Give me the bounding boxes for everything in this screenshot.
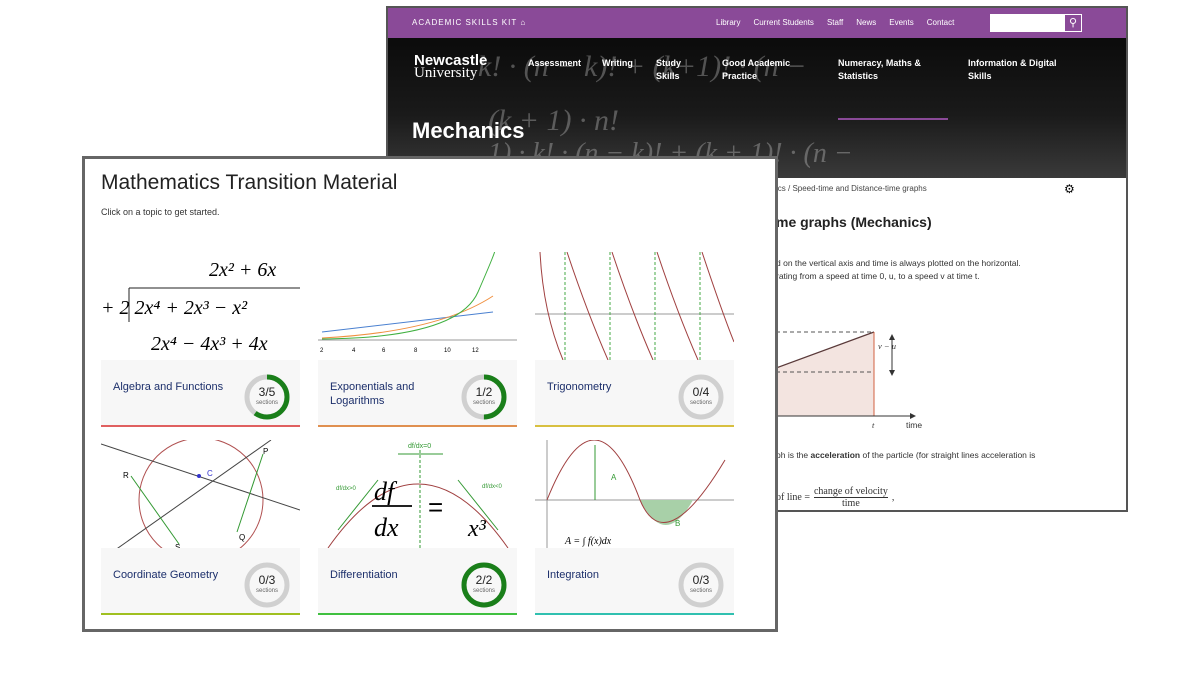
topic-card[interactable]: df/dx=0 df/dx>0 df/dx<0 df dx = x³ Differentia… xyxy=(318,440,517,615)
link-library[interactable]: Library xyxy=(716,18,740,27)
progress-label: sections xyxy=(255,400,278,406)
svg-text:R: R xyxy=(123,471,129,480)
svg-text:df/dx<0: df/dx<0 xyxy=(482,484,503,490)
topic-card[interactable]: Trigonometry 0/4 sections xyxy=(535,252,734,427)
topic-title: Integration xyxy=(547,569,599,581)
progress-count: 2/2 xyxy=(475,573,493,587)
paragraph: d on the vertical axis and time is alway… xyxy=(776,258,1021,268)
link-contact[interactable]: Contact xyxy=(927,18,955,27)
topic-card[interactable]: 2 4 6 8 10 12 Exponentials and Logarithms 1/2… xyxy=(318,252,517,427)
label-time: time xyxy=(906,420,923,430)
progress-label: sections xyxy=(472,588,495,594)
logo-line2: University xyxy=(414,65,478,81)
svg-text:4: 4 xyxy=(352,348,356,354)
active-nav-indicator xyxy=(838,118,948,120)
topic-title: Exponentials and Logarithms xyxy=(330,381,415,407)
svg-text:S: S xyxy=(175,543,180,548)
progress-label: sections xyxy=(689,400,712,406)
topic-card[interactable]: 2x² + 6x + 2 2x⁴ + 2x³ − x² 2x⁴ − 4x³ + 4x… xyxy=(101,252,300,427)
svg-text:B: B xyxy=(675,519,680,528)
svg-text:A = ∫ f(x)dx: A = ∫ f(x)dx xyxy=(564,536,612,547)
nav-information-digital[interactable]: Information & Digital Skills xyxy=(968,57,1078,83)
section-heading: me graphs (Mechanics) xyxy=(776,214,932,230)
progress-label: sections xyxy=(472,400,495,406)
topic-card[interactable]: A B A = ∫ f(x)dx Integration 0/3 sections xyxy=(535,440,734,615)
label-v-minus-u: v − u xyxy=(878,341,897,351)
label-t: t xyxy=(872,420,875,430)
search-input[interactable] xyxy=(990,14,1064,32)
kit-label: ACADEMIC SKILLS KIT xyxy=(412,18,518,27)
progress-label: sections xyxy=(255,588,278,594)
topic-thumbnail: A B A = ∫ f(x)dx xyxy=(535,440,734,548)
progress-label: sections xyxy=(689,588,712,594)
nav-assessment[interactable]: Assessment xyxy=(528,57,581,70)
link-current-students[interactable]: Current Students xyxy=(753,18,813,27)
svg-text:12: 12 xyxy=(472,348,479,354)
nav-study-skills[interactable]: Study Skills xyxy=(656,57,692,83)
svg-text:df: df xyxy=(374,477,398,506)
breadcrumb[interactable]: ics / Speed-time and Distance-time graph… xyxy=(776,184,927,193)
topic-thumbnail xyxy=(535,252,734,360)
svg-text:df/dx>0: df/dx>0 xyxy=(336,486,357,492)
progress-count: 3/5 xyxy=(258,385,276,399)
svg-text:Q: Q xyxy=(239,533,245,542)
topic-thumbnail: df/dx=0 df/dx>0 df/dx<0 df dx = x³ xyxy=(318,440,517,548)
svg-text:dx: dx xyxy=(374,513,399,542)
svg-text:2x² + 6x: 2x² + 6x xyxy=(209,259,276,281)
topic-thumbnail: 2x² + 6x + 2 2x⁴ + 2x³ − x² 2x⁴ − 4x³ + 4x xyxy=(101,252,300,360)
bold-text: acceleration xyxy=(810,450,861,460)
nav-writing[interactable]: Writing xyxy=(602,57,633,70)
page-title: Mathematics Transition Material xyxy=(101,171,398,194)
topic-title: Coordinate Geometry xyxy=(113,569,219,581)
svg-text:x³: x³ xyxy=(467,516,487,542)
formula-denominator: time xyxy=(842,498,860,509)
text: of the particle (for straight lines acce… xyxy=(860,450,1036,460)
gear-icon[interactable]: ⚙ xyxy=(1064,182,1075,196)
area-under-graph xyxy=(776,332,874,416)
formula-lhs: of line = xyxy=(776,492,810,503)
page-subtitle: Click on a topic to get started. xyxy=(101,207,220,217)
topic-thumbnail: 2 4 6 8 10 12 xyxy=(318,252,517,360)
paragraph: ph is the acceleration of the particle (… xyxy=(776,450,1035,460)
topic-card[interactable]: R P C S Q Coordinate Geometry 0/3 sections xyxy=(101,440,300,615)
topic-thumbnail: R P C S Q xyxy=(101,440,300,548)
svg-text:6: 6 xyxy=(382,348,386,354)
text: ph is the xyxy=(776,450,811,460)
formula: of line = change of velocity time, xyxy=(776,486,895,509)
svg-text:+ 2 2x⁴ + 2x³ − x²: + 2 2x⁴ + 2x³ − x² xyxy=(101,297,248,319)
page-title: Mechanics xyxy=(412,118,525,143)
top-bar: ACADEMIC SKILLS KIT ⌂ Library Current St… xyxy=(388,8,1126,38)
svg-text:A: A xyxy=(611,473,617,482)
svg-text:10: 10 xyxy=(444,348,451,354)
link-staff[interactable]: Staff xyxy=(827,18,843,27)
svg-text:P: P xyxy=(263,447,268,456)
search-button[interactable]: ⚲ xyxy=(1064,14,1082,32)
nav-numeracy[interactable]: Numeracy, Maths & Statistics xyxy=(838,57,938,83)
svg-text:=: = xyxy=(428,492,443,522)
svg-text:df/dx=0: df/dx=0 xyxy=(408,443,431,450)
progress-count: 0/3 xyxy=(258,573,276,587)
link-events[interactable]: Events xyxy=(889,18,913,27)
svg-text:C: C xyxy=(207,469,213,478)
link-news[interactable]: News xyxy=(856,18,876,27)
progress-count: 0/3 xyxy=(692,573,710,587)
svg-text:2: 2 xyxy=(320,348,324,354)
formula-numerator: change of velocity xyxy=(813,486,888,498)
topic-title: Algebra and Functions xyxy=(113,381,224,393)
nav-good-academic-practice[interactable]: Good Academic Practice xyxy=(722,57,802,83)
transition-material-window: Mathematics Transition Material Click on… xyxy=(82,156,778,632)
home-icon: ⌂ xyxy=(520,18,527,27)
progress-count: 1/2 xyxy=(475,385,493,399)
search-icon: ⚲ xyxy=(1068,17,1078,29)
topic-title: Trigonometry xyxy=(547,381,612,393)
topic-title: Differentiation xyxy=(330,569,398,581)
university-logo[interactable]: Newcastle University xyxy=(414,53,487,81)
progress-count: 0/4 xyxy=(692,385,710,399)
paragraph: rating from a speed at time 0, u, to a s… xyxy=(776,271,980,281)
svg-text:8: 8 xyxy=(414,348,418,354)
svg-text:2x⁴ − 4x³ + 4x: 2x⁴ − 4x³ + 4x xyxy=(151,333,268,355)
site-home-link[interactable]: ACADEMIC SKILLS KIT ⌂ xyxy=(412,18,526,27)
